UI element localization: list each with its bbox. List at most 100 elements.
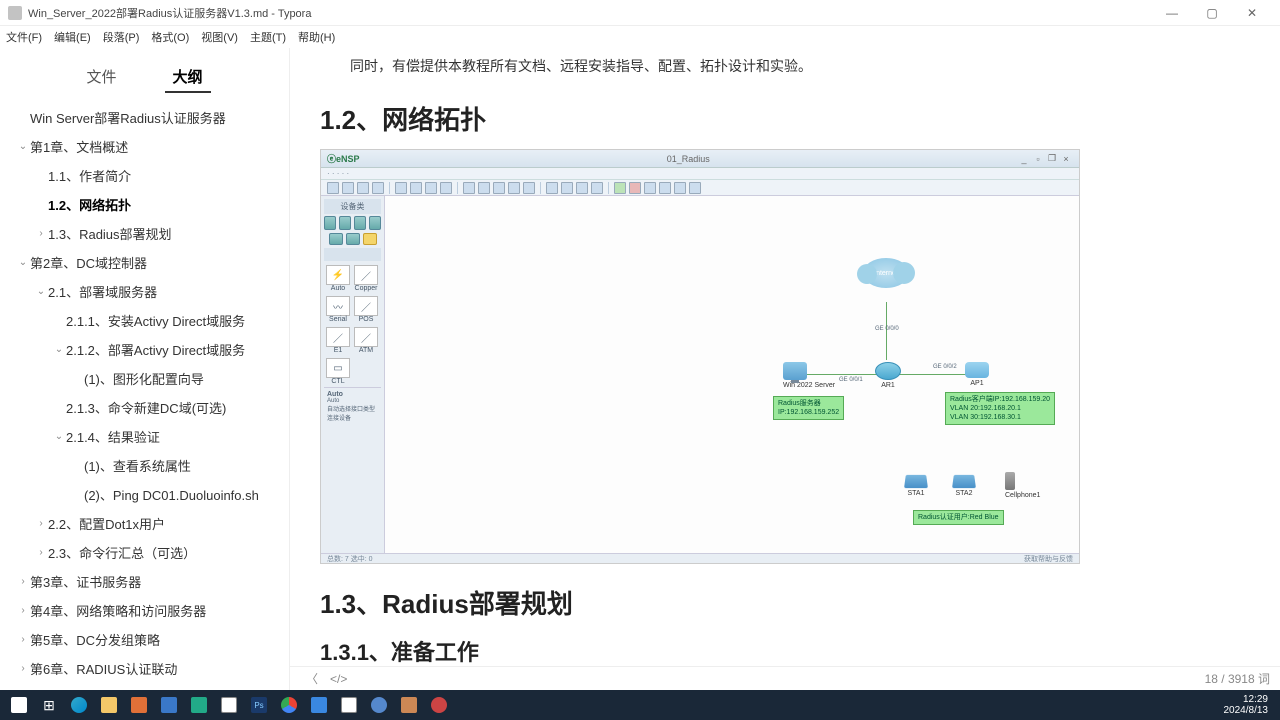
- tool-icon[interactable]: [523, 182, 535, 194]
- tool-icon[interactable]: [463, 182, 475, 194]
- outline-item[interactable]: ›2.1.1、安装Activy Direct域服务: [12, 306, 277, 335]
- ensp-close-icon[interactable]: ×: [1059, 154, 1073, 164]
- task-app[interactable]: [214, 692, 244, 718]
- outline-item[interactable]: ›第4章、网络策略和访问服务器: [12, 596, 277, 625]
- device-icon[interactable]: [346, 233, 360, 245]
- outline-item[interactable]: ›1.1、作者简介: [12, 161, 277, 190]
- source-mode-icon[interactable]: </>: [324, 672, 353, 686]
- menu-theme[interactable]: 主题(T): [250, 29, 286, 45]
- tool-icon[interactable]: [425, 182, 437, 194]
- outline-item[interactable]: ›第7章、附录: [12, 683, 277, 690]
- stop-icon[interactable]: [629, 182, 641, 194]
- device-icon[interactable]: [354, 216, 366, 230]
- tool-icon[interactable]: [342, 182, 354, 194]
- task-edge[interactable]: [64, 692, 94, 718]
- device-icon[interactable]: [324, 216, 336, 230]
- task-chrome[interactable]: [274, 692, 304, 718]
- menu-format[interactable]: 格式(O): [151, 29, 189, 45]
- nav-back-icon[interactable]: 〈: [300, 670, 324, 687]
- tool-icon[interactable]: [478, 182, 490, 194]
- outline-item[interactable]: ›2.3、命令行汇总（可选）: [12, 538, 277, 567]
- outline-item[interactable]: ›2.1.3、命令新建DC域(可选): [12, 393, 277, 422]
- outline-item[interactable]: ›第6章、RADIUS认证联动: [12, 654, 277, 683]
- outline-item[interactable]: ›(1)、查看系统属性: [12, 451, 277, 480]
- outline-item[interactable]: ›1.3、Radius部署规划: [12, 219, 277, 248]
- device-icon[interactable]: [369, 216, 381, 230]
- tab-files[interactable]: 文件: [78, 62, 124, 93]
- conn-copper[interactable]: ／: [354, 265, 378, 285]
- menu-paragraph[interactable]: 段落(P): [103, 29, 140, 45]
- outline-item[interactable]: ›第3章、证书服务器: [12, 567, 277, 596]
- tool-icon[interactable]: [440, 182, 452, 194]
- conn-pos[interactable]: ／: [354, 296, 378, 316]
- tool-icon[interactable]: [659, 182, 671, 194]
- node-sta2[interactable]: STA2: [953, 474, 975, 497]
- device-icon-selected[interactable]: [363, 233, 377, 245]
- ensp-max-icon[interactable]: ▫: [1031, 154, 1045, 164]
- node-ap[interactable]: AP1: [965, 362, 989, 387]
- tab-outline[interactable]: 大纲: [165, 62, 211, 93]
- tool-icon[interactable]: [674, 182, 686, 194]
- tool-icon[interactable]: [508, 182, 520, 194]
- menu-help[interactable]: 帮助(H): [298, 29, 335, 45]
- ensp-restore-icon[interactable]: ❐: [1045, 153, 1059, 164]
- tool-icon[interactable]: [395, 182, 407, 194]
- outline-item[interactable]: ⌄第2章、DC域控制器: [12, 248, 277, 277]
- menu-file[interactable]: 文件(F): [6, 29, 42, 45]
- outline-item[interactable]: ⌄第1章、文档概述: [12, 132, 277, 161]
- play-icon[interactable]: [614, 182, 626, 194]
- task-typora[interactable]: [334, 692, 364, 718]
- outline-item[interactable]: ⌄2.1、部署域服务器: [12, 277, 277, 306]
- tool-icon[interactable]: [410, 182, 422, 194]
- tool-icon[interactable]: [644, 182, 656, 194]
- task-search[interactable]: ⊞: [34, 692, 64, 718]
- tool-icon[interactable]: [372, 182, 384, 194]
- close-button[interactable]: ✕: [1232, 6, 1272, 20]
- device-icon[interactable]: [329, 233, 343, 245]
- ensp-menu-item[interactable]: · · · · ·: [327, 169, 349, 178]
- conn-e1[interactable]: ／: [326, 327, 350, 347]
- task-app[interactable]: [394, 692, 424, 718]
- node-server[interactable]: Win 2022 Server: [783, 362, 835, 389]
- outline-item[interactable]: ›2.2、配置Dot1x用户: [12, 509, 277, 538]
- task-photoshop[interactable]: Ps: [244, 692, 274, 718]
- device-icon[interactable]: [339, 216, 351, 230]
- tool-icon[interactable]: [561, 182, 573, 194]
- ensp-min-icon[interactable]: _: [1017, 154, 1031, 164]
- outline-item[interactable]: ›(2)、Ping DC01.Duoluoinfo.sh: [12, 480, 277, 509]
- tool-icon[interactable]: [591, 182, 603, 194]
- outline-item[interactable]: ›(1)、图形化配置向导: [12, 364, 277, 393]
- task-app[interactable]: [424, 692, 454, 718]
- node-sta1[interactable]: STA1: [905, 474, 927, 497]
- task-app[interactable]: [124, 692, 154, 718]
- outline-item[interactable]: ›1.2、网络拓扑: [12, 190, 277, 219]
- node-router[interactable]: AR1: [875, 362, 901, 389]
- node-internet[interactable]: Internet: [863, 258, 909, 288]
- system-tray[interactable]: 12:29 2024/8/13: [1224, 694, 1277, 716]
- outline-item[interactable]: ›Win Server部署Radius认证服务器: [12, 103, 277, 132]
- maximize-button[interactable]: ▢: [1192, 6, 1232, 20]
- conn-serial[interactable]: 〰: [326, 296, 350, 316]
- outline-item[interactable]: ⌄2.1.2、部署Activy Direct域服务: [12, 335, 277, 364]
- task-app[interactable]: [154, 692, 184, 718]
- word-count[interactable]: 18 / 3918 词: [1205, 670, 1270, 687]
- task-explorer[interactable]: [94, 692, 124, 718]
- task-app[interactable]: [364, 692, 394, 718]
- start-button[interactable]: [4, 692, 34, 718]
- conn-ctl[interactable]: ▭: [326, 358, 350, 378]
- minimize-button[interactable]: —: [1152, 6, 1192, 20]
- conn-auto[interactable]: ⚡: [326, 265, 350, 285]
- tool-icon[interactable]: [327, 182, 339, 194]
- ensp-canvas[interactable]: GE 0/0/0 GE 0/0/1 GE 0/0/2 Internet AR1 …: [385, 196, 1079, 553]
- menu-view[interactable]: 视图(V): [201, 29, 238, 45]
- outline-item[interactable]: ›第5章、DC分发组策略: [12, 625, 277, 654]
- tool-icon[interactable]: [576, 182, 588, 194]
- task-app[interactable]: [304, 692, 334, 718]
- tool-icon[interactable]: [357, 182, 369, 194]
- tool-icon[interactable]: [546, 182, 558, 194]
- tool-icon[interactable]: [689, 182, 701, 194]
- outline-item[interactable]: ⌄2.1.4、结果验证: [12, 422, 277, 451]
- menu-edit[interactable]: 编辑(E): [54, 29, 91, 45]
- tool-icon[interactable]: [493, 182, 505, 194]
- task-app[interactable]: [184, 692, 214, 718]
